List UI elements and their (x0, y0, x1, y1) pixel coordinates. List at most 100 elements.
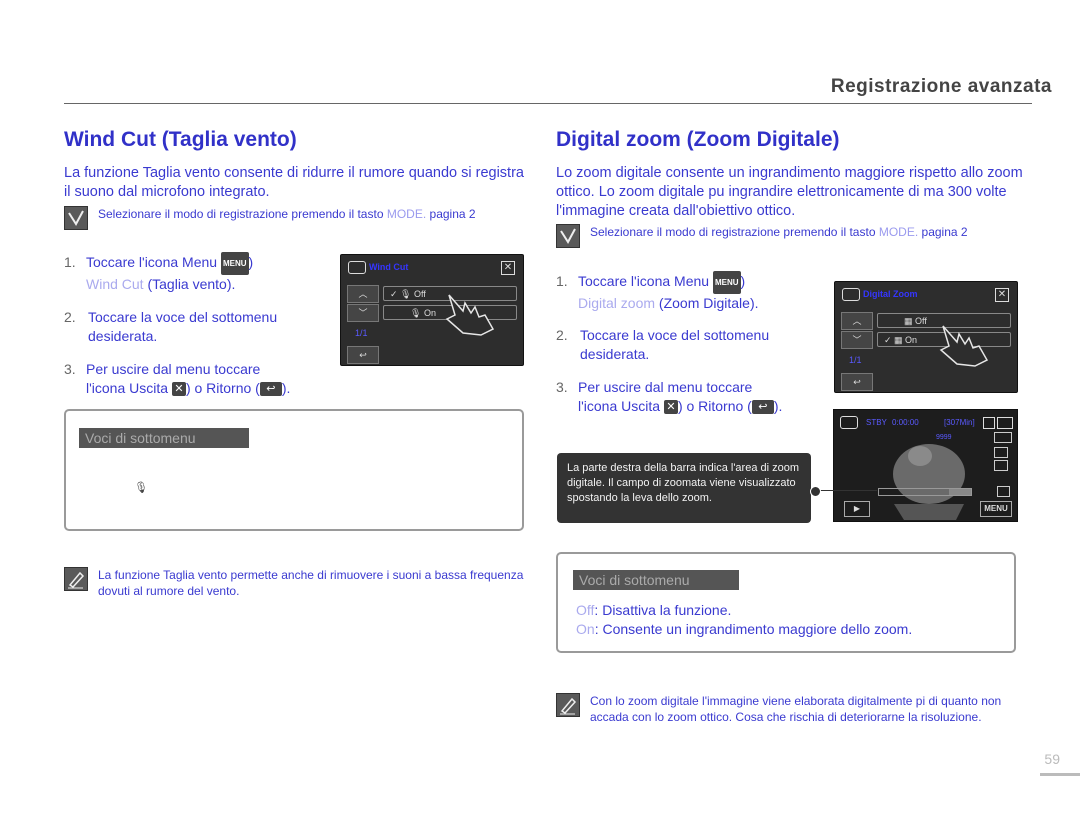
scroll-down-button[interactable]: ﹀ (347, 304, 379, 322)
back-icon: ↩ (751, 400, 774, 415)
digital-zoom-step-3: 3. Per uscire dal menu toccare l'icona Us… (556, 378, 836, 416)
prereq-text: Selezionare il modo di registrazione pre… (98, 207, 384, 221)
note-pencil-icon (556, 693, 580, 717)
playback-button[interactable]: ▶ (844, 501, 870, 517)
digital-zoom-area (949, 489, 971, 495)
step-text: Toccare la voce del sottomenu desiderata… (580, 327, 770, 362)
step-text: Toccare l'icona Menu (86, 254, 218, 271)
close-icon: ✕ (663, 400, 678, 415)
submenu-option-on: On: Consente un ingrandimento maggiore d… (576, 621, 913, 637)
wind-cut-status-icon (994, 447, 1008, 458)
digital-zoom-step-1: 1. Toccare l'icona Menu MENU) Digital zoo… (556, 271, 826, 313)
digital-zoom-prereq: Selezionare il modo di registrazione pre… (590, 225, 1030, 239)
screen-close-button[interactable]: ✕ (501, 261, 515, 275)
prereq-text: Selezionare il modo di registrazione pre… (590, 225, 876, 239)
item-label: Off (413, 289, 426, 299)
step-number: 2. (556, 327, 568, 343)
microphone-icon: 🎙 (134, 482, 148, 494)
page-indicator: 1/1 (849, 355, 862, 365)
digital-zoom-submenu-box: Voci di sottomenu Off: Disattiva la funz… (556, 552, 1016, 653)
submenu-option-off: Off: Disattiva la funzione. (576, 602, 732, 618)
menu-icon: MENU (220, 252, 249, 275)
item-label: Off (915, 316, 927, 326)
storage-icon (983, 417, 995, 429)
screen-close-button[interactable]: ✕ (995, 288, 1009, 302)
scroll-up-button[interactable]: ︿ (841, 312, 873, 330)
note-pencil-icon (64, 567, 88, 591)
digital-zoom-title: Digital zoom (Zoom Digitale) (556, 128, 840, 151)
step-text: Toccare la voce del sottomenu desiderata… (88, 309, 278, 344)
step-text: ). (281, 380, 291, 396)
return-button[interactable]: ↩ (841, 373, 873, 391)
camcorder-icon (348, 261, 366, 274)
mode-label: MODE. (878, 225, 919, 239)
step-text: Per uscire dal menu toccare (86, 361, 261, 377)
step-number: 1. (556, 273, 568, 290)
photo-count: 9999 (936, 434, 952, 441)
stabilizer-icon (994, 460, 1008, 471)
page-indicator: 1/1 (355, 328, 368, 338)
return-button[interactable]: ↩ (347, 346, 379, 364)
scroll-down-button[interactable]: ﹀ (841, 331, 873, 349)
step-number: 2. (64, 309, 76, 325)
close-icon: ✕ (171, 382, 186, 397)
menu-item-name: Wind Cut (86, 276, 144, 292)
screen-title: Digital Zoom (863, 289, 918, 299)
menu-icon: MENU (712, 271, 741, 294)
camera-live-view: STBY 0:00:00 [307Min] 9999 ▶ MENU (833, 409, 1018, 522)
digital-zoom-intro: Lo zoom digitale consente un ingrandimen… (556, 165, 1023, 219)
step-number: 3. (556, 379, 568, 395)
digital-zoom-note: Con lo zoom digitale l'immagine viene el… (590, 694, 1002, 724)
wind-cut-step-1: 1. Toccare l'icona Menu MENU) Wind Cut (T… (64, 252, 334, 294)
step-text: ) o Ritorno ( (185, 380, 260, 396)
camcorder-icon (842, 288, 860, 301)
menu-item-translation: (Taglia vento). (147, 276, 236, 292)
step-text: l'icona Uscita (86, 380, 169, 396)
option-key: Off (576, 602, 595, 618)
wind-cut-title: Wind Cut (Taglia vento) (64, 128, 297, 151)
page-number: 59 (1044, 751, 1060, 767)
touch-hand-icon (445, 294, 495, 336)
item-label: On (905, 335, 918, 345)
submenu-label: Voci di sottomenu (573, 570, 739, 590)
header-divider (64, 103, 1032, 104)
menu-item-name: Digital zoom (578, 295, 656, 311)
camcorder-icon (840, 416, 858, 429)
prerequisite-icon (556, 224, 580, 248)
wind-cut-menu-screen: Wind Cut ✕ ︿ ﹀ ✓ 🎙 Off 🎙 On 1/1 ↩ (340, 254, 524, 366)
prereq-page: pagina 2 (429, 207, 476, 221)
skateboarder-image (893, 444, 965, 520)
mode-label: MODE. (386, 207, 427, 221)
option-text: Consente un ingrandimento maggiore dello… (602, 621, 913, 637)
wind-cut-prereq: Selezionare il modo di registrazione pre… (98, 207, 528, 221)
wind-cut-note: La funzione Taglia vento permette anche … (98, 568, 524, 598)
step-text: ). (773, 398, 783, 414)
zoom-icon (997, 486, 1010, 497)
scroll-up-button[interactable]: ︿ (347, 285, 379, 303)
step-text: Toccare l'icona Menu (578, 273, 710, 290)
digital-zoom-step-2: 2. Toccare la voce del sottomenu desider… (556, 326, 826, 364)
zoom-bar (878, 488, 972, 496)
back-icon: ↩ (259, 382, 282, 397)
menu-item-translation: (Zoom Digitale). (658, 295, 759, 311)
stby-status: STBY (866, 418, 887, 427)
step-text: l'icona Uscita (578, 398, 661, 414)
callout-dot (810, 486, 821, 497)
digital-zoom-menu-screen: Digital Zoom ✕ ︿ ﹀ ▦ Off ✓ ▦ On 1/1 ↩ (834, 281, 1018, 393)
battery-icon (997, 417, 1013, 429)
wind-cut-intro: La funzione Taglia vento consente di rid… (64, 165, 524, 200)
remaining-time: [307Min] (944, 418, 975, 427)
step-number: 1. (64, 254, 76, 271)
record-time: 0:00:00 (892, 418, 919, 427)
prerequisite-icon (64, 206, 88, 230)
camera-menu-button[interactable]: MENU (980, 501, 1012, 517)
wind-cut-submenu-box: Voci di sottomenu 🎙 (64, 409, 524, 531)
wind-cut-step-2: 2. Toccare la voce del sottomenu desider… (64, 308, 334, 346)
zoom-bar-callout: La parte destra della barra indica l'are… (557, 453, 811, 523)
prereq-page: pagina 2 (921, 225, 968, 239)
submenu-label: Voci di sottomenu (79, 428, 249, 448)
step-text-close: ) (248, 254, 254, 271)
option-key: On (576, 621, 595, 637)
full-hd-icon (994, 432, 1012, 443)
step-text-close: ) (740, 273, 746, 290)
